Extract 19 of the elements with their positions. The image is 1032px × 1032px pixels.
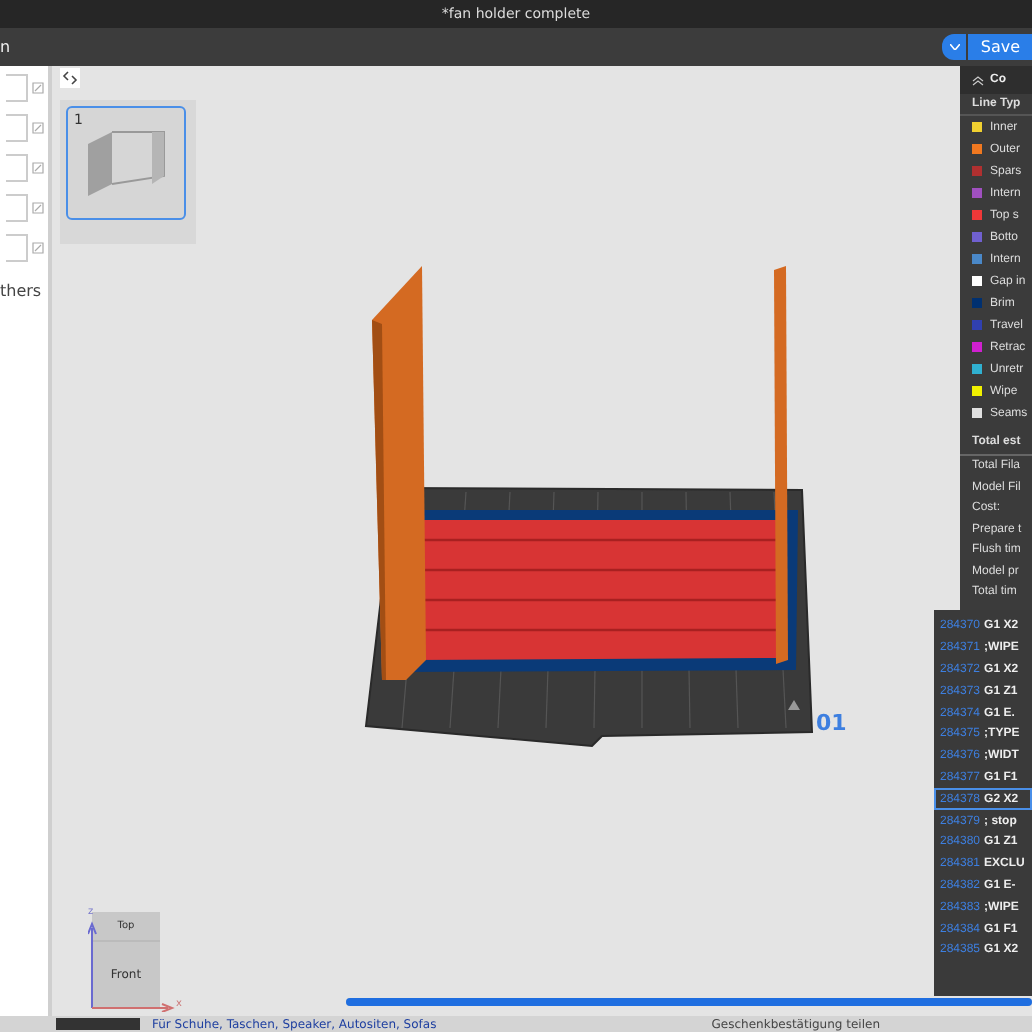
layer-slider[interactable] — [346, 998, 1032, 1006]
edit-icon[interactable] — [32, 162, 44, 174]
edit-icon[interactable] — [32, 82, 44, 94]
save-button[interactable]: Save — [968, 34, 1032, 60]
axis-drawing — [88, 920, 176, 1012]
input-field[interactable] — [6, 74, 28, 102]
edit-icon[interactable] — [32, 242, 44, 254]
toolbar-label: n — [0, 38, 11, 56]
collapse-icon[interactable] — [60, 68, 80, 88]
input-field[interactable] — [6, 194, 28, 222]
plate-number: 01 — [816, 710, 847, 736]
edit-icon[interactable] — [32, 202, 44, 214]
input-field[interactable] — [6, 154, 28, 182]
tab-label[interactable]: thers — [0, 282, 48, 300]
input-field[interactable] — [6, 234, 28, 262]
edit-icon[interactable] — [32, 122, 44, 134]
input-field[interactable] — [6, 114, 28, 142]
caret-icon — [949, 44, 960, 50]
dropdown-button[interactable] — [942, 34, 967, 60]
